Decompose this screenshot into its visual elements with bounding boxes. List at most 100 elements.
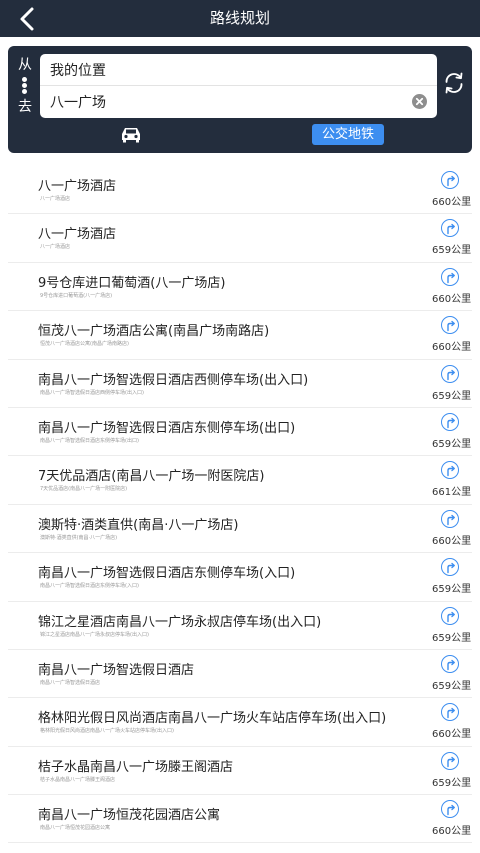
result-name: 锦江之星酒店南昌八一广场永叔店停车场(出入口) (38, 614, 322, 630)
result-address: 八一广场酒店 (40, 244, 71, 251)
navigate-button[interactable] (441, 558, 459, 577)
result-distance: 659公里 (432, 245, 472, 257)
navigate-button[interactable] (441, 654, 459, 673)
result-item[interactable]: 南昌八一广场智选假日酒店西侧停车场(出入口) 南昌八一广场智选假日酒店西侧停车场(… (8, 360, 472, 408)
result-name: 南昌八一广场智选假日酒店 (38, 662, 195, 678)
result-name: 南昌八一广场恒茂花园酒店公寓 (38, 808, 221, 824)
navigate-button[interactable] (441, 461, 459, 480)
transit-mode-button[interactable]: 公交地铁 (312, 124, 384, 145)
result-item[interactable]: 南昌八一广场智选假日酒店东侧停车场(出口) 南昌八一广场智选假日酒店东侧停车场(出… (8, 408, 472, 457)
navigate-button[interactable] (441, 267, 459, 286)
result-item[interactable]: 7天优品酒店(南昌八一广场一附医院店) 7天优品酒店(南昌八一广场一附医院店) 66… (8, 456, 472, 505)
page-title: 路线规划 (209, 9, 270, 27)
result-item[interactable]: 南昌八一广场智选假日酒店 南昌八一广场智选假日酒店 659公里 (8, 650, 472, 699)
navigate-button[interactable] (441, 800, 459, 819)
result-item[interactable]: 南昌八一广场智选假日酒店东侧停车场(入口) 南昌八一广场智选假日酒店东侧停车场(入… (8, 553, 472, 602)
navigate-button[interactable] (441, 219, 459, 238)
navigate-button[interactable] (441, 751, 459, 770)
result-item[interactable]: 桔子水晶南昌八一广场滕王阁酒店 桔子水晶南昌八一广场滕王阁酒店 659公里 (8, 747, 472, 796)
result-name: 南昌八一广场智选假日酒店东侧停车场(入口) (38, 566, 296, 582)
result-address: 澳斯特·酒类直供(南昌·八一广场店) (40, 534, 118, 541)
result-item[interactable]: 澳斯特·酒类直供(南昌·八一广场店) 澳斯特·酒类直供(南昌·八一广场店) 660公… (8, 505, 472, 554)
to-row (40, 86, 437, 118)
navigate-arrow-icon (447, 175, 455, 187)
navigate-button[interactable] (441, 509, 459, 528)
result-distance: 660公里 (432, 293, 472, 305)
result-distance: 660公里 (432, 197, 472, 208)
from-label: 从 (18, 57, 32, 73)
result-address: 南昌八一广场智选假日酒店西侧停车场(出入口) (40, 389, 144, 396)
navigate-arrow-icon (447, 320, 455, 332)
navigate-arrow-icon (447, 659, 455, 671)
result-address: 9号仓库进口葡萄酒(八一广场店) (40, 292, 113, 299)
navigate-arrow-icon (447, 804, 455, 816)
result-distance: 660公里 (432, 535, 472, 547)
result-name: 八一广场酒店 (38, 227, 117, 243)
route-inputs (40, 54, 437, 118)
results-list: 八一广场酒店 八一广场酒店 660公里 八一广场酒店 八一广场酒店 659公里 9号仓库进口… (0, 166, 480, 844)
navigate-button[interactable] (441, 364, 459, 383)
result-address: 桔子水晶南昌八一广场滕王阁酒店 (40, 776, 116, 783)
navigate-button[interactable] (441, 412, 459, 431)
result-name: 格林阳光假日风尚酒店南昌八一广场火车站店停车场(出入口) (38, 711, 387, 727)
result-distance: 659公里 (432, 390, 472, 402)
navigate-arrow-icon (447, 369, 455, 380)
result-name: 南昌八一广场智选假日酒店西侧停车场(出入口) (38, 372, 309, 388)
result-address: 八一广场酒店 (40, 196, 71, 202)
result-distance: 659公里 (432, 777, 472, 789)
navigate-arrow-icon (447, 562, 455, 574)
result-distance: 660公里 (432, 826, 472, 838)
result-distance: 659公里 (432, 584, 472, 596)
navigate-arrow-icon (447, 611, 455, 622)
result-distance: 659公里 (432, 632, 472, 644)
to-label: 去 (18, 99, 32, 115)
navigate-arrow-icon (447, 224, 455, 235)
result-address: 南昌八一广场恒茂花园酒店公寓 (40, 825, 111, 832)
result-item[interactable]: 锦江之星酒店南昌八一广场永叔店停车场(出入口) 锦江之星酒店南昌八一广场永叔店停车… (8, 602, 472, 650)
result-distance: 660公里 (432, 729, 472, 741)
navigate-button[interactable] (441, 703, 459, 722)
result-distance: 659公里 (432, 438, 472, 450)
navigate-arrow-icon (447, 708, 455, 719)
result-item[interactable]: 八一广场酒店 八一广场酒店 659公里 (8, 214, 472, 263)
swap-icon (445, 72, 463, 94)
result-distance: 661公里 (432, 487, 472, 499)
result-address: 7天优品酒店(南昌八一广场一附医院店) (40, 486, 128, 493)
result-item[interactable]: 格林阳光假日风尚酒店南昌八一广场火车站店停车场(出入口) 格林阳光假日风尚酒店南昌… (8, 698, 472, 747)
navigate-button[interactable] (441, 316, 459, 335)
result-address: 恒茂八一广场酒店公寓(南昌广场南路店) (40, 341, 129, 348)
route-dots-icon (22, 77, 28, 95)
result-name: 八一广场酒店 (38, 179, 117, 194)
result-name: 恒茂八一广场酒店公寓(南昌广场南路店) (38, 324, 270, 340)
navigate-arrow-icon (447, 466, 455, 477)
route-panel: 从 去 公 (8, 46, 472, 153)
navigate-button[interactable] (441, 606, 459, 625)
result-distance: 660公里 (432, 342, 472, 354)
navigate-arrow-icon (447, 514, 455, 525)
car-icon (122, 128, 140, 143)
result-item[interactable]: 恒茂八一广场酒店公寓(南昌广场南路店) 恒茂八一广场酒店公寓(南昌广场南路店) 66… (8, 311, 472, 360)
clear-button[interactable] (412, 94, 427, 109)
result-name: 桔子水晶南昌八一广场滕王阁酒店 (38, 759, 234, 775)
result-address: 南昌八一广场智选假日酒店 (40, 679, 101, 686)
result-name: 南昌八一广场智选假日酒店东侧停车场(出口) (38, 420, 296, 436)
to-input[interactable] (50, 89, 410, 115)
result-address: 南昌八一广场智选假日酒店东侧停车场(出口) (40, 437, 139, 444)
navigate-button[interactable] (441, 171, 459, 189)
result-name: 9号仓库进口葡萄酒(八一广场店) (38, 275, 226, 291)
result-item[interactable]: 9号仓库进口葡萄酒(八一广场店) 9号仓库进口葡萄酒(八一广场店) 660公里 (8, 263, 472, 312)
result-item[interactable]: 南昌八一广场恒茂花园酒店公寓 南昌八一广场恒茂花园酒店公寓 660公里 (8, 795, 472, 844)
swap-button[interactable] (442, 71, 466, 95)
result-name: 澳斯特·酒类直供(南昌·八一广场店) (38, 517, 239, 533)
from-input[interactable] (50, 57, 410, 83)
result-address: 南昌八一广场智选假日酒店东侧停车场(入口) (40, 583, 139, 590)
drive-mode-button[interactable] (120, 125, 142, 143)
navigate-arrow-icon (447, 272, 455, 283)
from-row (40, 54, 437, 86)
result-name: 7天优品酒店(南昌八一广场一附医院店) (38, 469, 265, 485)
result-distance: 659公里 (432, 680, 472, 692)
result-item[interactable]: 八一广场酒店 八一广场酒店 660公里 (8, 166, 472, 215)
result-address: 锦江之星酒店南昌八一广场永叔店停车场(出入口) (40, 631, 149, 638)
close-icon (415, 97, 424, 106)
top-bar: 路线规划 (0, 0, 480, 37)
